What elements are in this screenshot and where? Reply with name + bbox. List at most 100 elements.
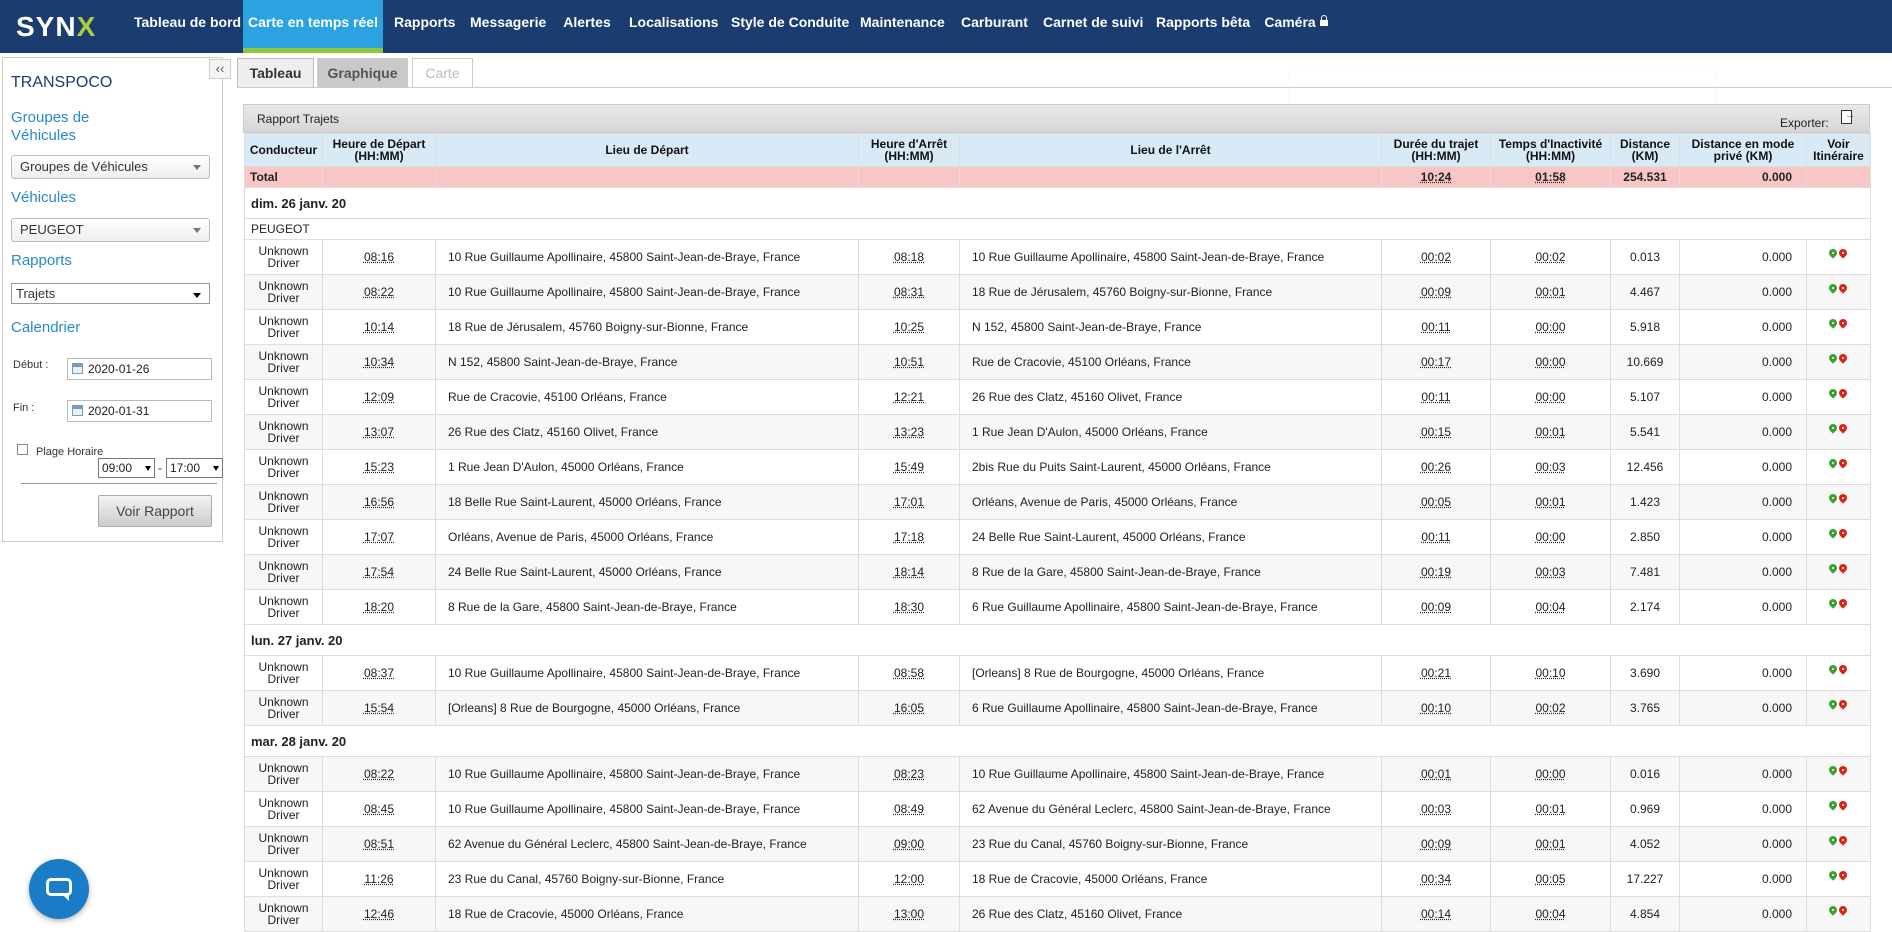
chat-icon[interactable]: [29, 859, 89, 919]
duration-cell[interactable]: 00:19: [1382, 555, 1491, 590]
duration-cell[interactable]: 00:02: [1382, 240, 1491, 275]
route-pins-icon[interactable]: [1827, 564, 1851, 578]
idle-cell[interactable]: 00:03: [1491, 555, 1611, 590]
route-cell[interactable]: [1807, 415, 1871, 450]
route-cell[interactable]: [1807, 240, 1871, 275]
nav-item-alertes[interactable]: Alertes: [563, 0, 611, 53]
duration-cell[interactable]: 00:34: [1382, 862, 1491, 897]
route-cell[interactable]: [1807, 310, 1871, 345]
duration-cell[interactable]: 00:26: [1382, 450, 1491, 485]
route-pins-icon[interactable]: [1827, 249, 1851, 263]
idle-cell[interactable]: 00:01: [1491, 415, 1611, 450]
nav-item-messagerie[interactable]: Messagerie: [470, 0, 544, 53]
idle-cell[interactable]: 00:02: [1491, 240, 1611, 275]
arrival-time-cell[interactable]: 08:31: [859, 275, 960, 310]
route-pins-icon[interactable]: [1827, 494, 1851, 508]
nav-item-tableau-de-bord[interactable]: Tableau de bord: [134, 0, 230, 53]
collapse-sidebar-button[interactable]: ‹‹: [209, 59, 231, 79]
idle-cell[interactable]: 00:10: [1491, 656, 1611, 691]
col-header[interactable]: Heure d'Arrêt (HH:MM): [859, 134, 960, 167]
route-pins-icon[interactable]: [1827, 766, 1851, 780]
departure-time-cell[interactable]: 12:46: [323, 897, 436, 932]
duration-cell[interactable]: 00:09: [1382, 275, 1491, 310]
arrival-time-cell[interactable]: 08:49: [859, 792, 960, 827]
duration-cell[interactable]: 00:11: [1382, 380, 1491, 415]
col-header[interactable]: Conducteur: [245, 134, 323, 167]
route-pins-icon[interactable]: [1827, 871, 1851, 885]
route-cell[interactable]: [1807, 897, 1871, 932]
idle-cell[interactable]: 00:00: [1491, 380, 1611, 415]
tab-graphique[interactable]: Graphique: [317, 58, 408, 88]
route-pins-icon[interactable]: [1827, 665, 1851, 679]
route-cell[interactable]: [1807, 792, 1871, 827]
departure-time-cell[interactable]: 08:22: [323, 757, 436, 792]
nav-item-camera[interactable]: Caméra: [1264, 0, 1328, 53]
idle-cell[interactable]: 00:00: [1491, 310, 1611, 345]
col-header[interactable]: Distance en mode privé (KM): [1680, 134, 1807, 167]
tab-tableau[interactable]: Tableau: [237, 58, 314, 88]
nav-item-localisations[interactable]: Localisations: [629, 0, 713, 53]
duration-cell[interactable]: 00:17: [1382, 345, 1491, 380]
departure-time-cell[interactable]: 08:51: [323, 827, 436, 862]
duration-cell[interactable]: 00:11: [1382, 310, 1491, 345]
arrival-time-cell[interactable]: 12:21: [859, 380, 960, 415]
arrival-time-cell[interactable]: 08:18: [859, 240, 960, 275]
arrival-time-cell[interactable]: 17:18: [859, 520, 960, 555]
route-cell[interactable]: [1807, 862, 1871, 897]
route-pins-icon[interactable]: [1827, 354, 1851, 368]
arrival-time-cell[interactable]: 18:14: [859, 555, 960, 590]
arrival-time-cell[interactable]: 18:30: [859, 590, 960, 625]
time-range-checkbox[interactable]: [17, 444, 28, 455]
vehicle-select[interactable]: PEUGEOT: [11, 218, 210, 242]
report-type-select[interactable]: Trajets: [11, 283, 210, 304]
col-header[interactable]: Heure de Départ (HH:MM): [323, 134, 436, 167]
duration-cell[interactable]: 00:10: [1382, 691, 1491, 726]
idle-cell[interactable]: 00:05: [1491, 862, 1611, 897]
nav-item-style-de-conduite[interactable]: Style de Conduite: [731, 0, 841, 53]
departure-time-cell[interactable]: 11:26: [323, 862, 436, 897]
duration-cell[interactable]: 00:05: [1382, 485, 1491, 520]
arrival-time-cell[interactable]: 09:00: [859, 827, 960, 862]
nav-item-rapports-beta[interactable]: Rapports bêta: [1156, 0, 1246, 53]
route-pins-icon[interactable]: [1827, 700, 1851, 714]
idle-cell[interactable]: 00:01: [1491, 792, 1611, 827]
idle-cell[interactable]: 00:00: [1491, 757, 1611, 792]
departure-time-cell[interactable]: 17:54: [323, 555, 436, 590]
col-header[interactable]: Distance (KM): [1611, 134, 1680, 167]
idle-cell[interactable]: 00:02: [1491, 691, 1611, 726]
nav-item-carnet-de-suivi[interactable]: Carnet de suivi: [1043, 0, 1137, 53]
nav-item-carburant[interactable]: Carburant: [961, 0, 1023, 53]
idle-cell[interactable]: 00:03: [1491, 450, 1611, 485]
departure-time-cell[interactable]: 10:34: [323, 345, 436, 380]
departure-time-cell[interactable]: 10:14: [323, 310, 436, 345]
duration-cell[interactable]: 00:09: [1382, 590, 1491, 625]
view-report-button[interactable]: Voir Rapport: [98, 495, 212, 527]
arrival-time-cell[interactable]: 12:00: [859, 862, 960, 897]
route-cell[interactable]: [1807, 485, 1871, 520]
duration-cell[interactable]: 00:03: [1382, 792, 1491, 827]
nav-item-carte-temps-reel[interactable]: Carte en temps réel: [243, 0, 383, 53]
route-pins-icon[interactable]: [1827, 459, 1851, 473]
departure-time-cell[interactable]: 16:56: [323, 485, 436, 520]
idle-cell[interactable]: 00:01: [1491, 485, 1611, 520]
route-cell[interactable]: [1807, 691, 1871, 726]
time-to-select[interactable]: 17:00: [166, 458, 223, 478]
route-pins-icon[interactable]: [1827, 389, 1851, 403]
departure-time-cell[interactable]: 18:20: [323, 590, 436, 625]
route-pins-icon[interactable]: [1827, 424, 1851, 438]
arrival-time-cell[interactable]: 08:23: [859, 757, 960, 792]
duration-cell[interactable]: 00:15: [1382, 415, 1491, 450]
arrival-time-cell[interactable]: 13:23: [859, 415, 960, 450]
route-pins-icon[interactable]: [1827, 906, 1851, 920]
departure-time-cell[interactable]: 17:07: [323, 520, 436, 555]
departure-time-cell[interactable]: 08:37: [323, 656, 436, 691]
departure-time-cell[interactable]: 08:16: [323, 240, 436, 275]
route-cell[interactable]: [1807, 656, 1871, 691]
departure-time-cell[interactable]: 15:23: [323, 450, 436, 485]
arrival-time-cell[interactable]: 13:00: [859, 897, 960, 932]
route-cell[interactable]: [1807, 380, 1871, 415]
route-pins-icon[interactable]: [1827, 284, 1851, 298]
route-pins-icon[interactable]: [1827, 836, 1851, 850]
route-pins-icon[interactable]: [1827, 319, 1851, 333]
idle-cell[interactable]: 00:04: [1491, 897, 1611, 932]
